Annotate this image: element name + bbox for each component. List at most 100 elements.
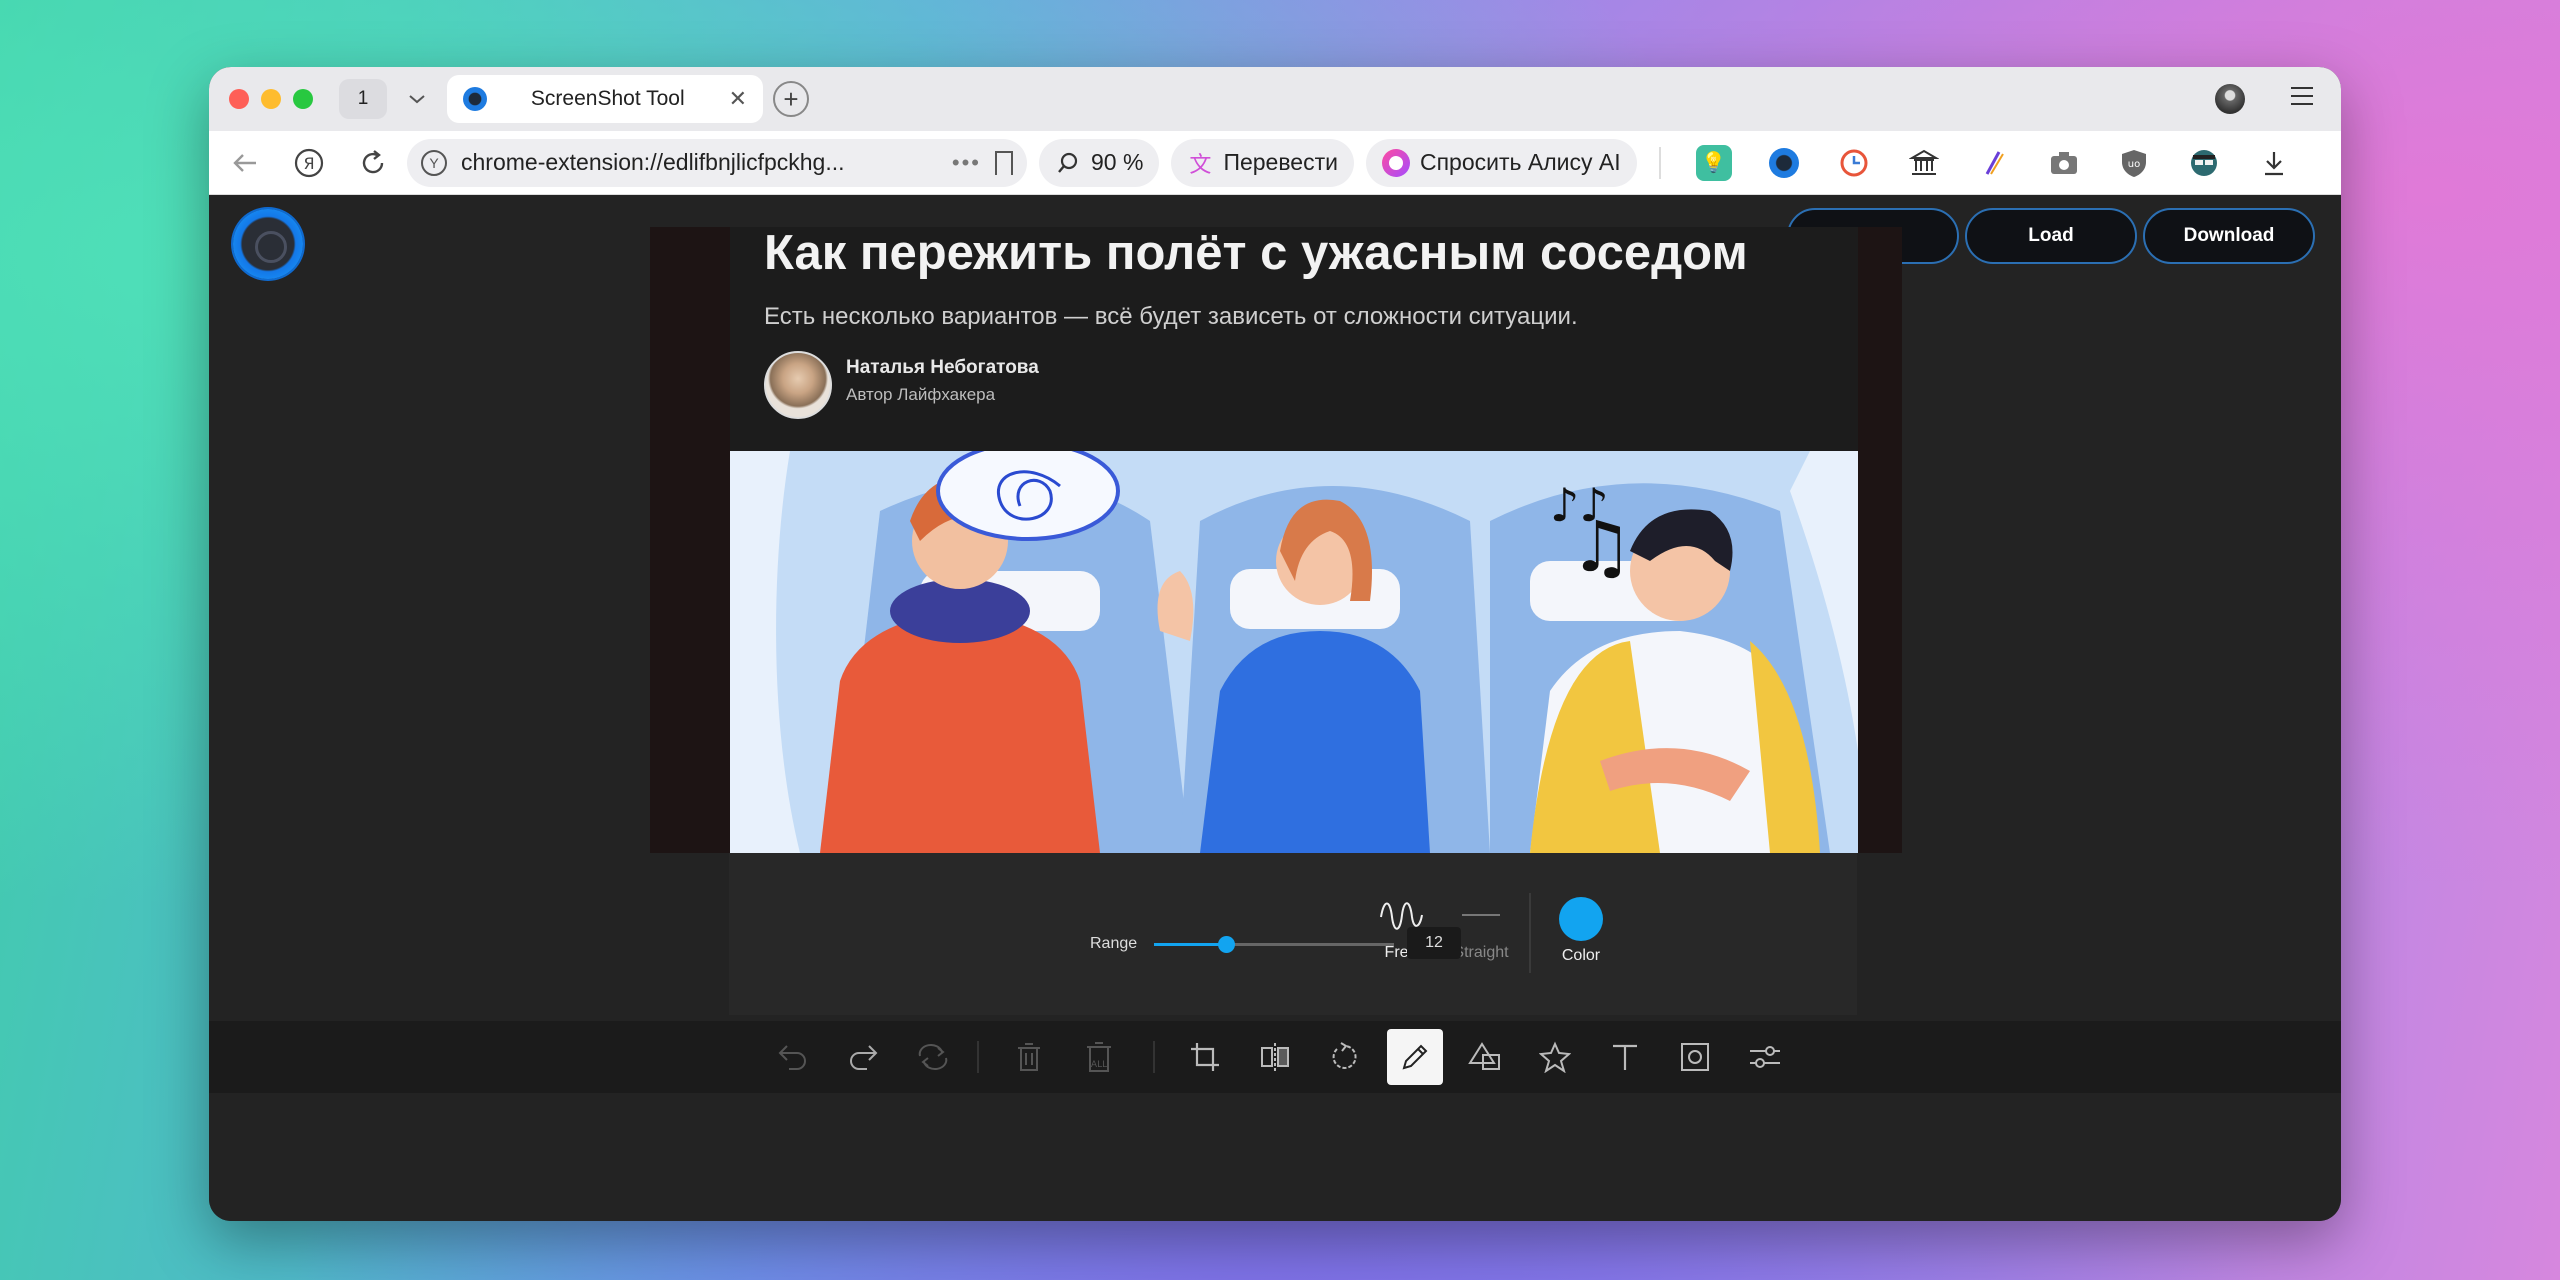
url-text[interactable]: chrome-extension://edlifbnjlicfpckhg... (461, 149, 938, 176)
redo-icon (850, 1045, 878, 1070)
redo-button[interactable] (835, 1029, 891, 1085)
maximize-window-button[interactable] (293, 89, 313, 109)
article-subtitle: Есть несколько вариантов — всё будет зав… (764, 303, 1578, 330)
crop-button[interactable] (1177, 1029, 1233, 1085)
more-dots-icon[interactable]: ••• (952, 150, 981, 176)
reset-icon (918, 1044, 948, 1070)
rotate-icon (1332, 1042, 1357, 1069)
extension-pen-icon[interactable] (1976, 145, 2012, 181)
rotate-button[interactable] (1317, 1029, 1373, 1085)
color-picker-option[interactable]: Color (1541, 897, 1621, 965)
range-label: Range (1090, 935, 1138, 952)
camera-icon[interactable] (2046, 145, 2082, 181)
toolbar-separator (1153, 1041, 1155, 1073)
window-controls (229, 89, 313, 109)
undo-icon (778, 1045, 806, 1070)
star-icon (1539, 1041, 1571, 1073)
author-name: Наталья Небогатова (846, 357, 1039, 378)
close-window-button[interactable] (229, 89, 249, 109)
flip-icon (1261, 1043, 1289, 1071)
load-button[interactable]: Load (1965, 208, 2137, 264)
download-icon[interactable] (2256, 145, 2292, 181)
alice-icon (1381, 148, 1410, 177)
options-divider (1529, 893, 1531, 973)
new-tab-button[interactable]: + (773, 81, 809, 117)
article-screenshot: Как пережить полёт с ужасным соседом Ест… (730, 226, 1858, 853)
extension-timer-icon[interactable] (1836, 145, 1872, 181)
ublock-shield-icon[interactable]: uo (2116, 145, 2152, 181)
reload-icon[interactable] (351, 141, 395, 185)
draw-options-panel: Free Straight Color (729, 853, 1857, 1015)
extension-spy-icon[interactable] (2186, 145, 2222, 181)
color-swatch[interactable] (1559, 897, 1603, 941)
svg-text:uo: uo (2127, 159, 2139, 170)
author-role: Автор Лайфхакера (846, 385, 996, 404)
svg-text:♪♪: ♪♪ (1550, 478, 1609, 532)
article-illustration: ♫ ♪♪ (730, 451, 1858, 853)
delete-all-icon: ALL (1087, 1042, 1111, 1072)
extension-museum-icon[interactable] (1906, 145, 1942, 181)
article-title: Как пережить полёт с ужасным соседом (764, 226, 1748, 280)
tab-count-button[interactable]: 1 (339, 79, 387, 119)
zoom-button[interactable]: 90 % (1039, 138, 1160, 187)
address-bar[interactable]: Y chrome-extension://edlifbnjlicfpckhg..… (407, 138, 1027, 187)
undo-button[interactable] (765, 1029, 821, 1085)
minimize-window-button[interactable] (261, 89, 281, 109)
ask-alice-label: Спросить Алису AI (1419, 149, 1621, 175)
back-arrow-icon[interactable] (223, 141, 267, 185)
ask-alice-button[interactable]: Спросить Алису AI (1365, 138, 1637, 187)
flip-button[interactable] (1247, 1029, 1303, 1085)
tab-favicon-icon (463, 87, 487, 111)
bottom-toolbar: ALL (209, 1021, 2341, 1093)
text-button[interactable] (1597, 1029, 1653, 1085)
crop-icon (1191, 1043, 1219, 1071)
filter-icon (1750, 1046, 1780, 1068)
bookmark-icon[interactable] (995, 150, 1013, 175)
app-logo (233, 209, 303, 279)
zoom-level: 90 % (1091, 149, 1144, 175)
delete-button[interactable] (1001, 1029, 1057, 1085)
magnifier-icon (1055, 150, 1081, 176)
text-icon (1613, 1044, 1637, 1070)
site-info-icon[interactable]: Y (421, 149, 447, 176)
chevron-down-icon[interactable] (397, 79, 437, 119)
shape-button[interactable] (1457, 1029, 1513, 1085)
profile-avatar[interactable] (2215, 84, 2245, 114)
pencil-button[interactable] (1387, 1029, 1443, 1085)
range-fill (1154, 943, 1226, 946)
translate-label: Перевести (1223, 149, 1338, 175)
translate-icon: 文 (1189, 151, 1212, 177)
color-label: Color (1561, 947, 1601, 964)
menu-icon[interactable] (2291, 87, 2313, 105)
address-row: Я Y chrome-extension://edlifbnjlicfpckhg… (209, 131, 2341, 195)
reset-button[interactable] (905, 1029, 961, 1085)
toolbar-separator (977, 1041, 979, 1073)
filter-button[interactable] (1737, 1029, 1793, 1085)
toolbar-divider (1658, 146, 1661, 179)
extension-screenshot-tool-icon[interactable] (1766, 145, 1802, 181)
download-button[interactable]: Download (2143, 208, 2315, 264)
translate-button[interactable]: 文 Перевести (1171, 138, 1354, 187)
tab-strip: 1 ScreenShot Tool ✕ + (209, 67, 2341, 131)
delete-all-button[interactable]: ALL (1071, 1029, 1127, 1085)
extension-lamp-icon[interactable]: 💡 (1695, 144, 1732, 181)
range-thumb[interactable] (1218, 936, 1235, 953)
svg-text:ALL: ALL (1091, 1060, 1107, 1070)
tab-screenshot-tool[interactable]: ScreenShot Tool ✕ (447, 75, 763, 123)
tab-title: ScreenShot Tool (530, 87, 685, 110)
browser-window: 1 ScreenShot Tool ✕ + Я Y chrome-extensi… (209, 67, 2341, 1221)
range-slider[interactable] (1154, 936, 1394, 953)
close-icon[interactable]: ✕ (729, 86, 747, 112)
shape-icon (1468, 1042, 1500, 1070)
mask-icon (1681, 1043, 1709, 1071)
delete-icon (1018, 1043, 1040, 1071)
yandex-icon[interactable]: Я (287, 141, 331, 185)
icon-button[interactable] (1527, 1029, 1583, 1085)
mask-button[interactable] (1667, 1029, 1723, 1085)
range-value-input[interactable]: 12 (1407, 927, 1461, 959)
editor-canvas[interactable]: Как пережить полёт с ужасным соседом Ест… (650, 226, 1902, 853)
pencil-icon (1402, 1044, 1428, 1070)
svg-text:Я: Я (303, 154, 314, 173)
author-avatar (764, 351, 832, 419)
straight-line-icon (1462, 914, 1500, 916)
